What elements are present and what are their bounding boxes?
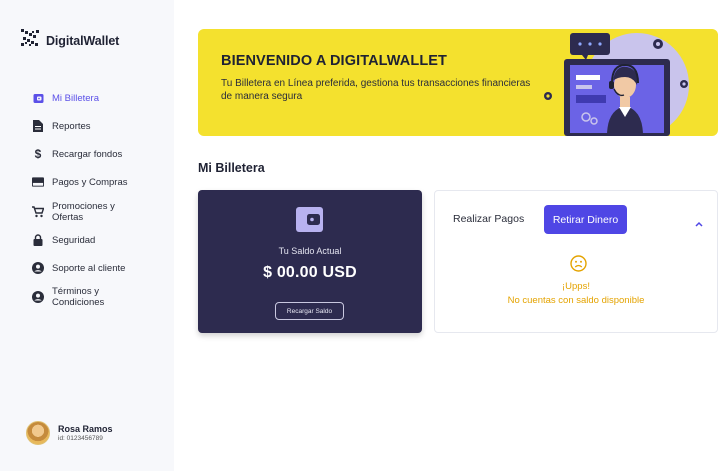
sidebar-item-soporte[interactable]: Soporte al cliente [32,258,172,278]
wallet-icon [296,207,323,237]
chevron-up-icon[interactable] [695,214,703,232]
welcome-banner: BIENVENIDO A DIGITALWALLET Tu Billetera … [198,29,718,136]
sidebar-item-label: Recargar fondos [52,148,123,160]
support-agent-illustration [542,29,718,136]
tab-retirar-dinero[interactable]: Retirar Dinero [544,205,627,234]
banner-title: BIENVENIDO A DIGITALWALLET [221,53,448,69]
avatar [26,421,50,445]
sidebar-item-label: Promociones y Ofertas [52,201,115,223]
sidebar-item-terminos[interactable]: Términos y Condiciones [32,284,172,310]
empty-state-title: ¡Upps! [562,281,590,292]
user-id: id: 0123456789 [58,435,103,442]
recharge-balance-button[interactable]: Recargar Saldo [275,302,344,320]
actions-card: Realizar Pagos Retirar Dinero ¡Upps! No … [434,190,718,333]
section-title: Mi Billetera [198,161,265,175]
sidebar-item-label: Términos y Condiciones [52,286,105,308]
report-icon [32,120,44,132]
empty-state-message: No cuentas con saldo disponible [507,295,645,306]
user-profile[interactable]: Rosa Ramos id: 0123456789 [26,421,113,445]
balance-card: Tu Saldo Actual $ 00.00 USD Recargar Sal… [198,190,422,333]
sidebar: DigitalWallet Mi Billetera Reportes $ Re… [0,0,174,471]
sidebar-item-label: Mi Billetera [52,92,99,104]
wallet-icon [32,92,44,104]
banner-subtitle: Tu Billetera en Línea preferida, gestion… [221,78,531,102]
sidebar-item-pagos-compras[interactable]: Pagos y Compras [32,172,172,192]
sidebar-item-mi-billetera[interactable]: Mi Billetera [32,88,172,108]
lock-icon [32,234,44,246]
sidebar-item-label: Seguridad [52,234,96,246]
sidebar-item-label: Soporte al cliente [52,262,126,274]
brand-logo[interactable]: DigitalWallet [20,28,119,53]
sad-face-icon [570,255,587,277]
sidebar-item-reportes[interactable]: Reportes [32,116,172,136]
tab-realizar-pagos[interactable]: Realizar Pagos [453,213,524,225]
credit-card-icon [32,176,44,188]
sidebar-nav: Mi Billetera Reportes $ Recargar fondos … [32,88,172,310]
dollar-icon: $ [34,147,42,161]
account-icon [32,262,44,274]
sidebar-item-seguridad[interactable]: Seguridad [32,230,172,250]
brand-name: DigitalWallet [46,33,120,48]
cart-icon [32,206,44,218]
account-icon [32,291,44,303]
sidebar-item-recargar-fondos[interactable]: $ Recargar fondos [32,144,172,164]
sidebar-item-label: Pagos y Compras [52,176,128,188]
balance-value: $ 00.00 USD [263,264,357,281]
logo-icon [20,28,40,53]
user-name: Rosa Ramos [58,424,113,434]
sidebar-item-label: Reportes [52,120,91,132]
balance-label: Tu Saldo Actual [278,246,342,256]
sidebar-item-promociones[interactable]: Promociones y Ofertas [32,200,172,224]
